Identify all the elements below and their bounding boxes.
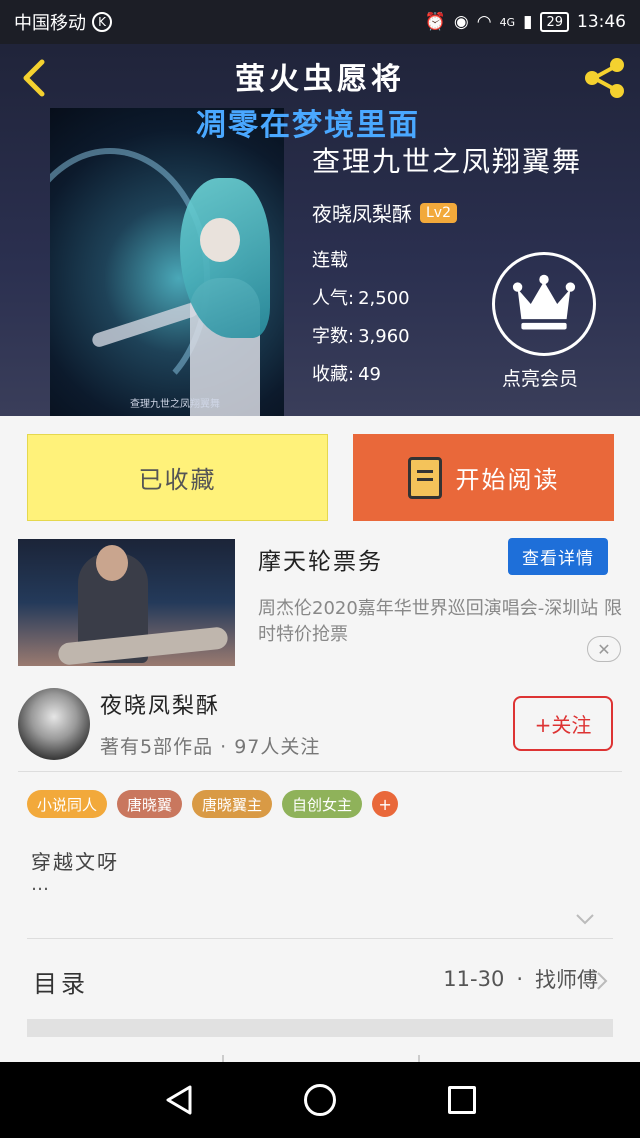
crown-icon — [512, 274, 576, 330]
book-title: 查理九世之凤翔翼舞 — [312, 145, 583, 178]
battery-icon: 29 — [540, 12, 569, 32]
book-header: 萤火虫愿将 查理九世之凤翔翼舞 凋零在梦境里面 查理九世之凤翔翼舞 夜晓凤梨酥 … — [0, 44, 640, 416]
cover-caption: 查理九世之凤翔翼舞 — [130, 399, 220, 410]
vip-button[interactable] — [492, 252, 596, 356]
tag-item[interactable]: 唐晓翼 — [117, 790, 183, 818]
author-name: 夜晓凤梨酥 — [312, 202, 412, 226]
nav-back-icon[interactable] — [164, 1084, 194, 1116]
collected-button[interactable]: 已收藏 — [27, 434, 328, 521]
page-subtitle: 凋零在梦境里面 — [196, 108, 420, 143]
loading-placeholder — [27, 1019, 613, 1037]
level-badge: Lv2 — [420, 202, 457, 223]
book-cover-image: 查理九世之凤翔翼舞 — [50, 108, 284, 416]
latest-chapter-date: 11-30 — [443, 967, 505, 991]
status-bar: 中国移动 K ⏰ ◉ ◠ 4G ▮ 29 13:46 — [0, 0, 640, 44]
ad-detail-button[interactable]: 查看详情 — [508, 538, 608, 575]
ad-image[interactable] — [18, 539, 235, 666]
system-nav-bar — [0, 1062, 640, 1138]
book-description: 穿越文呀 — [31, 850, 119, 874]
status-text: 连载 — [312, 250, 348, 271]
ad-title[interactable]: 摩天轮票务 — [258, 542, 383, 576]
ad-description[interactable]: 周杰伦2020嘉年华世界巡回演唱会-深圳站 限时特价抢票 — [258, 596, 626, 648]
popularity-value: 2,500 — [358, 288, 410, 309]
network-label: 4G — [499, 15, 516, 29]
wordcount-label: 字数: — [312, 326, 355, 347]
latest-chapter-title: 找师傅 — [535, 968, 598, 992]
alarm-icon: ⏰ — [424, 12, 446, 32]
favorites-value: 49 — [358, 364, 381, 385]
wordcount-value: 3,960 — [358, 326, 410, 347]
vip-label: 点亮会员 — [502, 368, 579, 390]
wifi-icon: ◠ — [476, 12, 492, 32]
share-icon[interactable] — [580, 54, 628, 102]
book-icon — [407, 456, 442, 499]
favorites-label: 收藏: — [312, 364, 355, 385]
separator: · — [516, 967, 523, 991]
tag-item[interactable]: 自创女主 — [282, 790, 363, 818]
author-row[interactable]: 夜晓凤梨酥 Lv2 — [312, 198, 457, 227]
author-card-stats: 著有5部作品 · 97人关注 — [100, 736, 321, 758]
latest-chapter-link[interactable]: 11-30 · 找师傅 — [443, 964, 598, 994]
carrier-label: 中国移动 — [14, 13, 86, 34]
tag-list: 小说同人 唐晓翼 唐晓翼主 自创女主 + — [27, 790, 399, 818]
divider — [18, 771, 622, 772]
clock: 13:46 — [577, 12, 626, 32]
start-reading-label: 开始阅读 — [455, 466, 560, 494]
nav-recents-icon[interactable] — [448, 1086, 476, 1114]
start-reading-button[interactable]: 开始阅读 — [353, 434, 614, 521]
add-tag-button[interactable]: + — [372, 791, 399, 817]
tag-item[interactable]: 唐晓翼主 — [192, 790, 273, 818]
description-ellipsis: … — [31, 874, 49, 895]
ad-close-icon[interactable]: ✕ — [587, 636, 621, 662]
avatar[interactable] — [18, 688, 90, 760]
catalog-label[interactable]: 目录 — [33, 964, 89, 999]
popularity-row: 人气: 2,500 — [312, 284, 410, 310]
eye-icon: ◉ — [453, 12, 469, 32]
signal-icon: ▮ — [523, 12, 533, 32]
nav-home-icon[interactable] — [304, 1084, 336, 1116]
author-card-name[interactable]: 夜晓凤梨酥 — [100, 688, 220, 720]
popularity-label: 人气: — [312, 288, 355, 309]
favorites-row: 收藏: 49 — [312, 360, 381, 386]
chevron-down-icon[interactable] — [574, 908, 596, 930]
chevron-right-icon[interactable] — [594, 970, 610, 992]
tag-item[interactable]: 小说同人 — [27, 790, 108, 818]
wordcount-row: 字数: 3,960 — [312, 322, 410, 348]
k-badge-icon: K — [92, 12, 112, 32]
divider — [27, 938, 613, 939]
follow-button[interactable]: +关注 — [513, 696, 613, 751]
page-title: 萤火虫愿将 — [235, 62, 405, 97]
